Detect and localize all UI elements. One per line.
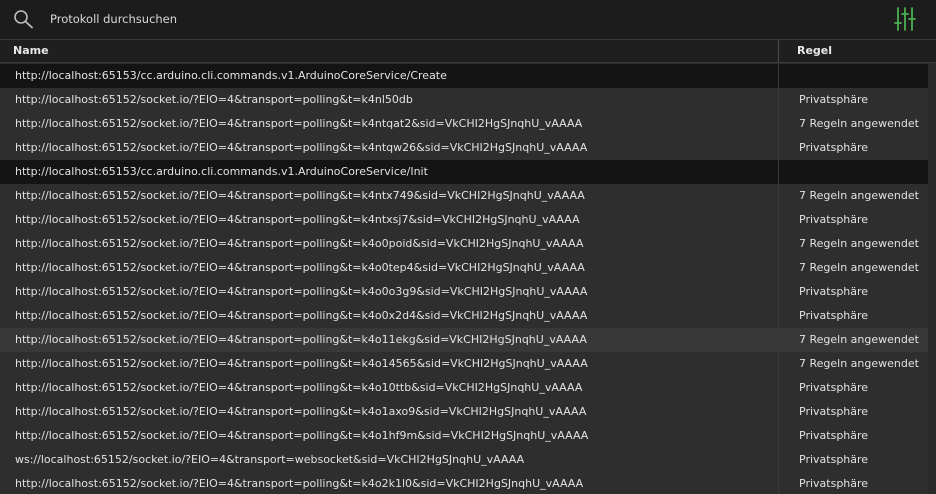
request-rule: Privatsphäre — [799, 477, 869, 490]
request-rule: Privatsphäre — [799, 405, 869, 418]
request-url: http://localhost:65152/socket.io/?EIO=4&… — [15, 309, 588, 322]
request-rule: 7 Regeln angewendet — [799, 189, 919, 202]
row-divider — [778, 136, 779, 160]
row-divider — [778, 208, 779, 232]
request-url: http://localhost:65152/socket.io/?EIO=4&… — [15, 237, 584, 250]
row-divider — [778, 184, 779, 208]
search-bar — [0, 0, 936, 39]
request-rule — [799, 160, 929, 184]
row-divider — [778, 400, 779, 424]
request-url: http://localhost:65153/cc.arduino.cli.co… — [15, 69, 447, 82]
table-row[interactable]: http://localhost:65152/socket.io/?EIO=4&… — [0, 328, 936, 352]
row-divider — [778, 160, 779, 184]
sliders-icon — [894, 7, 916, 31]
row-divider — [778, 424, 779, 448]
request-rule: 7 Regeln angewendet — [799, 117, 919, 130]
column-header-rule[interactable]: Regel — [797, 40, 927, 62]
request-url: http://localhost:65152/socket.io/?EIO=4&… — [15, 333, 587, 346]
row-divider — [778, 376, 779, 400]
request-rule: Privatsphäre — [799, 285, 869, 298]
request-rule: Privatsphäre — [799, 453, 869, 466]
column-resize-handle[interactable] — [778, 40, 779, 62]
request-url: http://localhost:65152/socket.io/?EIO=4&… — [15, 213, 580, 226]
table-row[interactable]: http://localhost:65152/socket.io/?EIO=4&… — [0, 304, 936, 328]
request-url: http://localhost:65152/socket.io/?EIO=4&… — [15, 477, 584, 490]
request-rule: 7 Regeln angewendet — [799, 261, 919, 274]
table-row[interactable]: http://localhost:65152/socket.io/?EIO=4&… — [0, 208, 936, 232]
request-url: http://localhost:65152/socket.io/?EIO=4&… — [15, 117, 583, 130]
filter-settings-button[interactable] — [890, 5, 920, 33]
request-url: http://localhost:65152/socket.io/?EIO=4&… — [15, 189, 585, 202]
column-header-name[interactable]: Name — [13, 40, 773, 62]
row-divider — [778, 472, 779, 494]
table-row[interactable]: http://localhost:65152/socket.io/?EIO=4&… — [0, 280, 936, 304]
request-url: http://localhost:65152/socket.io/?EIO=4&… — [15, 261, 585, 274]
table-row[interactable]: http://localhost:65152/socket.io/?EIO=4&… — [0, 376, 936, 400]
search-icon — [13, 9, 35, 29]
request-rule: 7 Regeln angewendet — [799, 237, 919, 250]
table-row[interactable]: http://localhost:65153/cc.arduino.cli.co… — [0, 64, 936, 88]
row-divider — [778, 448, 779, 472]
request-url: http://localhost:65152/socket.io/?EIO=4&… — [15, 93, 413, 106]
request-url: http://localhost:65153/cc.arduino.cli.co… — [15, 165, 428, 178]
row-divider — [778, 232, 779, 256]
table-row[interactable]: http://localhost:65153/cc.arduino.cli.co… — [0, 160, 936, 184]
row-divider — [778, 328, 779, 352]
table-row[interactable]: http://localhost:65152/socket.io/?EIO=4&… — [0, 136, 936, 160]
request-url: http://localhost:65152/socket.io/?EIO=4&… — [15, 405, 587, 418]
row-divider — [778, 352, 779, 376]
table-row[interactable]: http://localhost:65152/socket.io/?EIO=4&… — [0, 184, 936, 208]
table-row[interactable]: http://localhost:65152/socket.io/?EIO=4&… — [0, 424, 936, 448]
table-row[interactable]: http://localhost:65152/socket.io/?EIO=4&… — [0, 400, 936, 424]
request-url: http://localhost:65152/socket.io/?EIO=4&… — [15, 285, 588, 298]
request-rule: Privatsphäre — [799, 429, 869, 442]
row-divider — [778, 256, 779, 280]
table-row[interactable]: http://localhost:65152/socket.io/?EIO=4&… — [0, 256, 936, 280]
request-url: http://localhost:65152/socket.io/?EIO=4&… — [15, 429, 589, 442]
request-url: ws://localhost:65152/socket.io/?EIO=4&tr… — [15, 453, 525, 466]
row-divider — [778, 304, 779, 328]
table-row[interactable]: http://localhost:65152/socket.io/?EIO=4&… — [0, 472, 936, 494]
row-divider — [778, 64, 779, 88]
scrollbar[interactable] — [928, 64, 936, 494]
request-rule — [799, 64, 929, 88]
table-row[interactable]: http://localhost:65152/socket.io/?EIO=4&… — [0, 112, 936, 136]
table-row[interactable]: ws://localhost:65152/socket.io/?EIO=4&tr… — [0, 448, 936, 472]
row-divider — [778, 88, 779, 112]
request-rule: Privatsphäre — [799, 309, 869, 322]
table-row[interactable]: http://localhost:65152/socket.io/?EIO=4&… — [0, 232, 936, 256]
request-log-panel: Name Regel http://localhost:65153/cc.ard… — [0, 0, 936, 494]
request-list: http://localhost:65153/cc.arduino.cli.co… — [0, 64, 936, 494]
table-row[interactable]: http://localhost:65152/socket.io/?EIO=4&… — [0, 352, 936, 376]
request-rule: Privatsphäre — [799, 381, 869, 394]
table-header: Name Regel — [0, 39, 936, 63]
table-row[interactable]: http://localhost:65152/socket.io/?EIO=4&… — [0, 88, 936, 112]
request-url: http://localhost:65152/socket.io/?EIO=4&… — [15, 357, 588, 370]
request-rule: 7 Regeln angewendet — [799, 357, 919, 370]
request-rule: Privatsphäre — [799, 93, 869, 106]
row-divider — [778, 112, 779, 136]
request-rule: Privatsphäre — [799, 141, 869, 154]
request-rule: 7 Regeln angewendet — [799, 333, 919, 346]
request-rule: Privatsphäre — [799, 213, 869, 226]
search-input[interactable] — [50, 9, 850, 29]
row-divider — [778, 280, 779, 304]
request-url: http://localhost:65152/socket.io/?EIO=4&… — [15, 141, 588, 154]
request-url: http://localhost:65152/socket.io/?EIO=4&… — [15, 381, 583, 394]
